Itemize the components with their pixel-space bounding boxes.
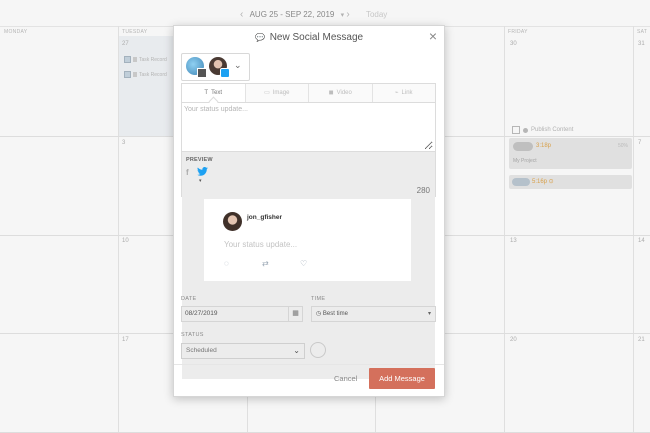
character-count: 280 [416, 186, 430, 195]
clock-icon: ◷ [316, 311, 322, 317]
tab-label: Link [401, 90, 413, 96]
time-value-text: Best time [322, 311, 348, 317]
close-icon[interactable]: × [429, 28, 437, 44]
tab-label: Image [272, 90, 290, 96]
date-label: DATE [181, 296, 197, 302]
reply-icon: ◌ [224, 259, 229, 268]
status-label: STATUS [181, 332, 204, 338]
preview-label: PREVIEW [186, 157, 213, 163]
tweet-username: jon_gfisher [247, 214, 283, 221]
calendar-icon[interactable]: ▦ [288, 307, 302, 321]
new-social-message-modal: 💬 New Social Message × ⌄ T Text ▭ Image ◼ V… [173, 25, 445, 397]
facebook-icon[interactable]: f [186, 168, 189, 177]
status-select[interactable]: Scheduled ⌄ [181, 343, 305, 359]
time-select[interactable]: ◷ Best time ▾ [311, 306, 436, 322]
message-editor: TText ▭Image ◼Video ⌁Link PREVIEW f ▾ 28… [181, 83, 436, 379]
time-value: ◷ Best time [316, 310, 348, 317]
add-message-button[interactable]: Add Message [369, 368, 435, 389]
link-icon: ⌁ [394, 90, 399, 96]
status-value: Scheduled [186, 347, 217, 354]
twitter-badge-icon [220, 68, 230, 78]
active-network-indicator-icon: ▾ [199, 178, 202, 184]
chevron-down-icon[interactable]: ⌄ [293, 346, 300, 355]
tab-label: Text [211, 90, 223, 96]
cancel-button[interactable]: Cancel [334, 374, 357, 383]
tab-label: Video [336, 90, 352, 96]
heart-icon: ♡ [300, 259, 308, 268]
modal-title-text: New Social Message [269, 32, 364, 43]
text-format-icon: T [204, 90, 209, 96]
footer-divider [174, 364, 444, 365]
tab-link[interactable]: ⌁ Link [371, 84, 435, 102]
network-badge-icon [197, 68, 207, 78]
assignee-avatar-placeholder[interactable] [310, 342, 326, 358]
profile-selector[interactable]: ⌄ [181, 53, 250, 81]
status-update-input[interactable] [182, 102, 433, 150]
date-field[interactable]: 08/27/2019 ▦ [181, 306, 303, 322]
chevron-down-icon[interactable]: ▾ [428, 310, 431, 317]
image-icon: ▭ [264, 90, 270, 96]
tweet-preview-card: jon_gfisher Your status update... ◌ ⇄ ♡ [204, 199, 411, 281]
tweet-text: Your status update... [224, 240, 298, 249]
date-value: 08/27/2019 [185, 310, 218, 317]
twitter-icon[interactable] [197, 167, 208, 176]
retweet-icon: ⇄ [262, 259, 269, 268]
chevron-down-icon[interactable]: ⌄ [234, 60, 242, 71]
tab-video[interactable]: ◼ Video [308, 84, 372, 102]
modal-title: 💬 New Social Message [174, 32, 444, 43]
content-type-tabs: T Text ▭ Image ◼ Video ⌁ Link [182, 84, 435, 103]
tab-image[interactable]: ▭ Image [244, 84, 308, 102]
avatar [223, 212, 242, 231]
time-label: TIME [311, 296, 326, 302]
video-icon: ◼ [328, 90, 334, 96]
speech-bubble-icon: 💬 [254, 33, 265, 42]
